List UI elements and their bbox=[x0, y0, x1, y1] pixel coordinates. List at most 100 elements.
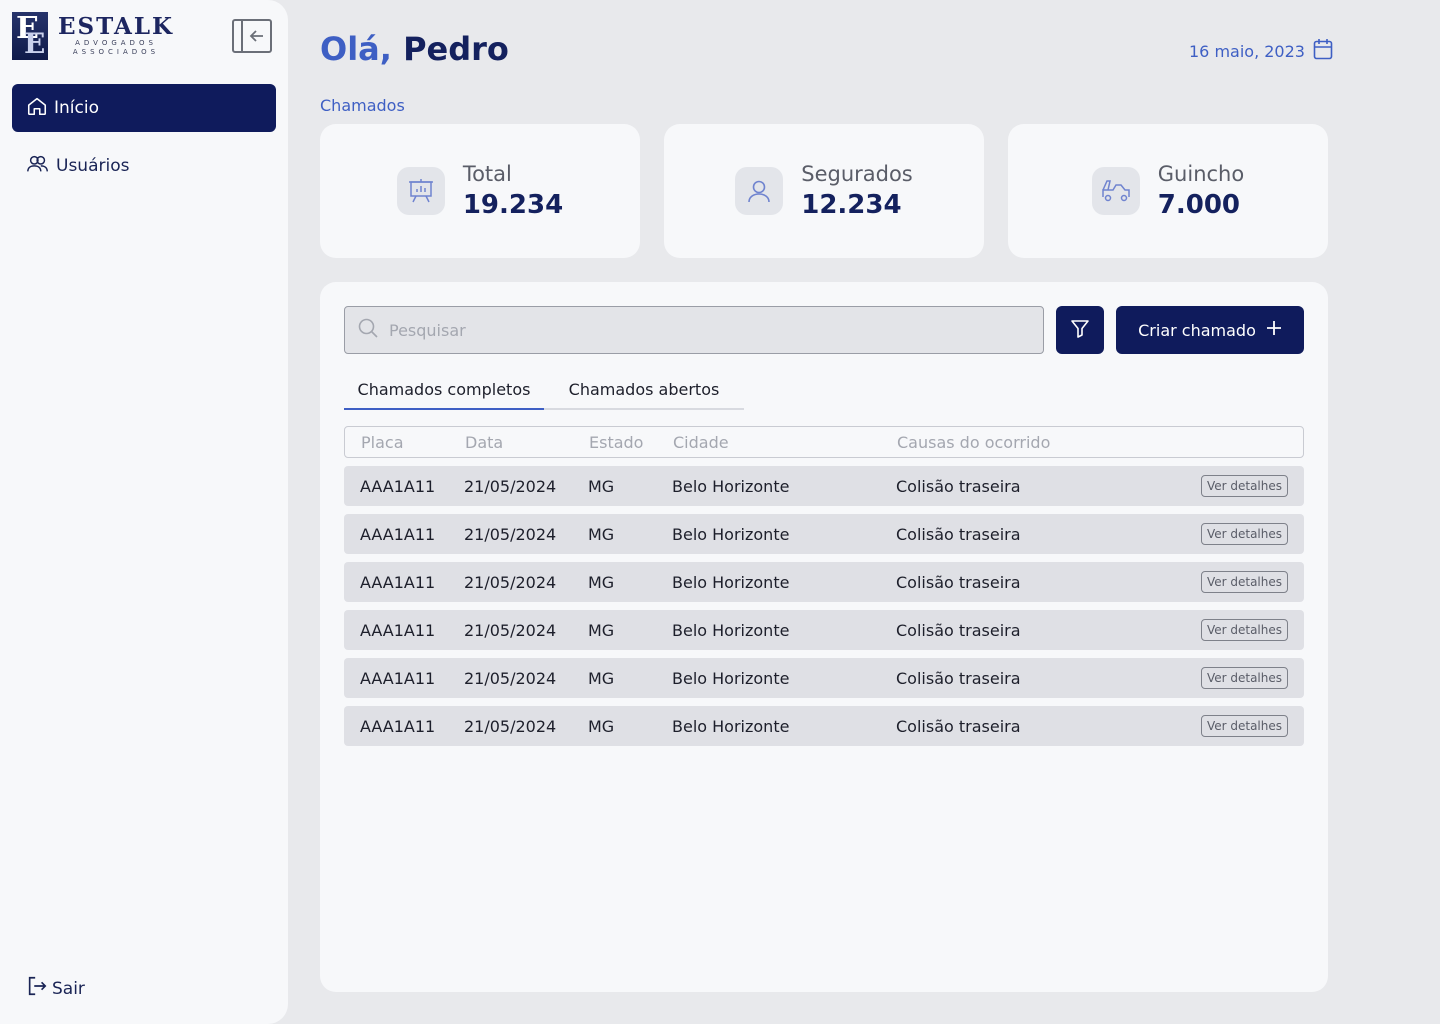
greeting-text: Olá, bbox=[320, 30, 392, 68]
stat-text: Segurados 12.234 bbox=[801, 162, 913, 220]
table-row: AAA1A11 21/05/2024 MG Belo Horizonte Col… bbox=[344, 706, 1304, 746]
users-icon bbox=[26, 153, 50, 180]
search-box[interactable] bbox=[344, 306, 1044, 354]
cell-estado: MG bbox=[588, 476, 615, 496]
stat-card-segurados: Segurados 12.234 bbox=[664, 124, 984, 258]
cell-causa: Colisão traseira bbox=[896, 620, 1021, 640]
cell-data: 21/05/2024 bbox=[464, 668, 557, 688]
stat-card-guincho: Guincho 7.000 bbox=[1008, 124, 1328, 258]
cell-estado: MG bbox=[588, 524, 615, 544]
logout-icon bbox=[26, 975, 48, 1002]
logout-label: Sair bbox=[52, 978, 85, 999]
cell-causa: Colisão traseira bbox=[896, 716, 1021, 736]
section-label: Chamados bbox=[320, 96, 405, 115]
logo-mark: E E bbox=[12, 12, 48, 60]
logout-button[interactable]: Sair bbox=[26, 975, 85, 1002]
view-details-button[interactable]: Ver detalhes bbox=[1200, 715, 1288, 737]
view-details-button[interactable]: Ver detalhes bbox=[1200, 523, 1288, 545]
table-row: AAA1A11 21/05/2024 MG Belo Horizonte Col… bbox=[344, 610, 1304, 650]
view-details-button[interactable]: Ver detalhes bbox=[1200, 571, 1288, 593]
cell-estado: MG bbox=[588, 716, 615, 736]
cell-cidade: Belo Horizonte bbox=[672, 476, 790, 496]
cell-placa: AAA1A11 bbox=[360, 620, 436, 640]
column-header-estado: Estado bbox=[589, 432, 644, 452]
arrow-left-icon bbox=[243, 21, 270, 51]
cell-estado: MG bbox=[588, 620, 615, 640]
user-icon bbox=[735, 167, 784, 215]
page-title: Olá, Pedro bbox=[320, 30, 509, 68]
plus-icon bbox=[1266, 320, 1282, 340]
collapse-sidebar-button[interactable] bbox=[232, 19, 272, 53]
search-input[interactable] bbox=[389, 320, 989, 340]
logo-name: ESTALK bbox=[58, 13, 175, 40]
stat-card-total: Total 19.234 bbox=[320, 124, 640, 258]
tab-chamados-completos[interactable]: Chamados completos bbox=[344, 374, 544, 410]
sidebar-item-usuarios[interactable]: Usuários bbox=[12, 142, 276, 190]
calendar-icon bbox=[1313, 38, 1333, 64]
view-details-button[interactable]: Ver detalhes bbox=[1200, 619, 1288, 641]
date-picker[interactable]: 16 maio, 2023 bbox=[1189, 38, 1333, 64]
table-row: AAA1A11 21/05/2024 MG Belo Horizonte Col… bbox=[344, 658, 1304, 698]
stat-text: Total 19.234 bbox=[463, 162, 563, 220]
column-header-data: Data bbox=[465, 432, 504, 452]
cell-placa: AAA1A11 bbox=[360, 668, 436, 688]
table-row: AAA1A11 21/05/2024 MG Belo Horizonte Col… bbox=[344, 514, 1304, 554]
stat-value: 7.000 bbox=[1157, 190, 1241, 220]
create-ticket-button[interactable]: Criar chamado bbox=[1116, 306, 1304, 354]
column-header-placa: Placa bbox=[361, 432, 404, 452]
tow-truck-icon bbox=[1091, 167, 1140, 215]
cell-causa: Colisão traseira bbox=[896, 668, 1021, 688]
tickets-panel: Criar chamado Chamados completos Chamado… bbox=[320, 282, 1328, 992]
filter-icon bbox=[1069, 317, 1091, 343]
cell-placa: AAA1A11 bbox=[360, 524, 436, 544]
cell-cidade: Belo Horizonte bbox=[672, 620, 790, 640]
home-icon bbox=[26, 95, 48, 122]
tab-chamados-abertos[interactable]: Chamados abertos bbox=[544, 374, 744, 408]
cell-placa: AAA1A11 bbox=[360, 572, 436, 592]
stat-value: 12.234 bbox=[801, 190, 902, 220]
tabs: Chamados completos Chamados abertos bbox=[344, 374, 744, 410]
logo-text: ESTALK ADVOGADOS ASSOCIADOS bbox=[58, 15, 174, 57]
sidebar: E E ESTALK ADVOGADOS ASSOCIADOS Início U… bbox=[0, 0, 288, 1024]
cell-data: 21/05/2024 bbox=[464, 524, 557, 544]
cell-cidade: Belo Horizonte bbox=[672, 524, 790, 544]
create-ticket-label: Criar chamado bbox=[1138, 320, 1256, 340]
logo-letter: E bbox=[24, 27, 46, 60]
logo: E E ESTALK ADVOGADOS ASSOCIADOS bbox=[12, 12, 182, 60]
column-header-cidade: Cidade bbox=[673, 432, 729, 452]
cell-cidade: Belo Horizonte bbox=[672, 572, 790, 592]
cell-causa: Colisão traseira bbox=[896, 476, 1021, 496]
sidebar-item-label: Usuários bbox=[56, 156, 130, 176]
view-details-button[interactable]: Ver detalhes bbox=[1200, 667, 1288, 689]
sidebar-item-inicio[interactable]: Início bbox=[12, 84, 276, 132]
column-header-causas: Causas do ocorrido bbox=[897, 432, 1051, 452]
stat-label: Guincho bbox=[1157, 162, 1245, 186]
logo-subtitle: ADVOGADOS bbox=[75, 39, 157, 47]
cell-data: 21/05/2024 bbox=[464, 716, 557, 736]
stat-text: Guincho 7.000 bbox=[1158, 162, 1244, 220]
view-details-button[interactable]: Ver detalhes bbox=[1200, 475, 1288, 497]
cell-placa: AAA1A11 bbox=[360, 716, 436, 736]
cell-cidade: Belo Horizonte bbox=[672, 716, 790, 736]
presentation-chart-icon bbox=[396, 167, 445, 215]
date-text: 16 maio, 2023 bbox=[1189, 41, 1305, 61]
search-icon bbox=[357, 317, 379, 343]
cell-cidade: Belo Horizonte bbox=[672, 668, 790, 688]
cell-causa: Colisão traseira bbox=[896, 572, 1021, 592]
table-header: Placa Data Estado Cidade Causas do ocorr… bbox=[344, 426, 1304, 458]
user-name: Pedro bbox=[403, 30, 509, 68]
cell-estado: MG bbox=[588, 572, 615, 592]
stat-label: Segurados bbox=[801, 162, 913, 186]
sidebar-item-label: Início bbox=[54, 98, 99, 118]
cell-data: 21/05/2024 bbox=[464, 476, 557, 496]
cell-data: 21/05/2024 bbox=[464, 620, 557, 640]
table-row: AAA1A11 21/05/2024 MG Belo Horizonte Col… bbox=[344, 466, 1304, 506]
filter-button[interactable] bbox=[1056, 306, 1104, 354]
cell-placa: AAA1A11 bbox=[360, 476, 436, 496]
cell-estado: MG bbox=[588, 668, 615, 688]
cell-causa: Colisão traseira bbox=[896, 524, 1021, 544]
cell-data: 21/05/2024 bbox=[464, 572, 557, 592]
stat-label: Total bbox=[462, 162, 512, 186]
logo-subtitle: ASSOCIADOS bbox=[72, 48, 160, 56]
stat-value: 19.234 bbox=[462, 190, 564, 220]
